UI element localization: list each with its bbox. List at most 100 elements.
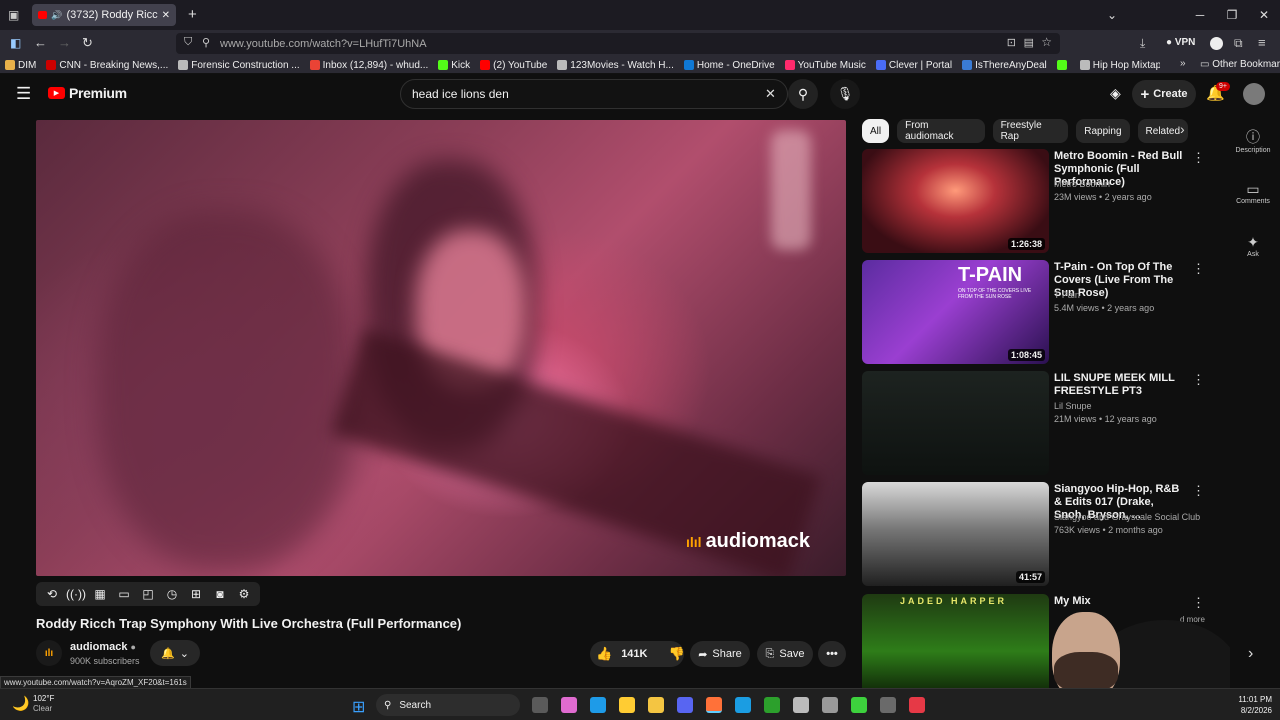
screenshot-camera-icon[interactable]: ◙ <box>210 585 230 603</box>
pip-icon[interactable]: ◰ <box>138 585 158 603</box>
chips-next-icon[interactable]: › <box>1180 121 1185 137</box>
description-rail-button[interactable]: ⓘ Description <box>1228 127 1278 154</box>
clapper-icon[interactable]: ▭ <box>114 585 134 603</box>
steam-icon[interactable] <box>735 697 751 713</box>
record-icon[interactable] <box>909 697 925 713</box>
app-icon[interactable] <box>880 697 896 713</box>
add-icon[interactable]: ⊞ <box>186 585 206 603</box>
tab-list-icon[interactable]: ▣ <box>8 8 19 22</box>
screenshot-icon[interactable]: ⊡ <box>1007 36 1016 49</box>
more-options-icon[interactable]: ⋮ <box>1192 261 1205 277</box>
site-info-icon[interactable]: ⚲ <box>202 36 210 49</box>
bookmark-star-icon[interactable]: ☆ <box>1041 35 1052 49</box>
youtube-logo[interactable]: ▶ Premium <box>48 85 127 101</box>
video-thumbnail[interactable] <box>862 371 1049 475</box>
channel-name[interactable]: audiomack <box>70 641 127 653</box>
voice-search-button[interactable]: 🎙 <box>830 79 860 109</box>
cast-icon[interactable]: ◈ <box>1110 85 1121 102</box>
settings-icon[interactable] <box>793 697 809 713</box>
browser-tab[interactable]: 🔊 (3732) Roddy Ricch Trap Sy ✕ <box>32 4 176 26</box>
other-bookmarks[interactable]: ▭ Other Bookmarks <box>1200 59 1280 70</box>
search-button[interactable]: ⚲ <box>788 79 818 109</box>
video-thumbnail[interactable]: JADED HARPER <box>862 594 1049 698</box>
more-options-icon[interactable]: ⋮ <box>1192 595 1205 611</box>
video-thumbnail[interactable]: T-PAIN ON TOP OF THE COVERS LIVE FROM THE… <box>862 260 1049 364</box>
tab-overflow-chevron-icon[interactable]: ⌄ <box>1096 0 1128 30</box>
downloads-icon[interactable]: ⤓ <box>1140 36 1145 51</box>
avatar[interactable] <box>1243 83 1265 105</box>
like-count[interactable]: 141K <box>621 648 647 660</box>
bookmark-item[interactable]: Clever | Portal <box>871 60 957 71</box>
chip-from-audiomack[interactable]: From audiomack <box>897 119 985 143</box>
reload-icon[interactable]: ↻ <box>82 35 93 51</box>
task-view-icon[interactable] <box>532 697 548 713</box>
restore-icon[interactable]: ❐ <box>1216 0 1248 30</box>
recommendation-channel[interactable]: T Pain <box>1054 290 1080 300</box>
bookmark-item[interactable]: YouTube Music <box>780 60 871 71</box>
more-options-icon[interactable]: ⋮ <box>1192 150 1205 166</box>
loop-icon[interactable]: ⟲ <box>42 585 62 603</box>
create-button[interactable]: + Create <box>1132 80 1196 108</box>
file-explorer-icon[interactable] <box>648 697 664 713</box>
recommendation-title[interactable]: My Mix <box>1054 595 1186 608</box>
playback-stats-icon[interactable]: ▦ <box>90 585 110 603</box>
channel-name-row[interactable]: audiomack ● <box>70 641 136 653</box>
close-tab-icon[interactable]: ✕ <box>162 10 170 21</box>
reader-icon[interactable]: ▤ <box>1024 36 1034 49</box>
clear-search-icon[interactable]: ✕ <box>765 86 776 102</box>
hamburger-menu-icon[interactable]: ☰ <box>16 84 31 104</box>
bookmark-item[interactable]: Inbox (12,894) - whud... <box>305 60 434 71</box>
vpn-button[interactable]: ● VPN <box>1166 37 1195 48</box>
dislike-icon[interactable]: 👎 <box>668 646 684 662</box>
taskbar-search[interactable]: ⚲ Search <box>376 694 520 716</box>
copilot-icon[interactable] <box>561 697 577 713</box>
audio-mode-icon[interactable]: ((·)) <box>66 585 86 603</box>
bookmark-item[interactable]: (2) YouTube <box>475 60 552 71</box>
bookmark-item[interactable]: DIM <box>0 60 41 71</box>
rail-next-icon[interactable]: › <box>1248 645 1253 663</box>
sidebar-toggle-icon[interactable]: ◧ <box>10 36 21 50</box>
ask-rail-button[interactable]: ✦ Ask <box>1228 234 1278 258</box>
new-tab-icon[interactable]: + <box>188 6 197 23</box>
bookmark-item[interactable]: CNN - Breaking News,... <box>41 60 173 71</box>
forward-icon[interactable]: → <box>58 35 71 50</box>
bookmark-item[interactable] <box>1052 60 1075 70</box>
recommendation-title[interactable]: LIL SNUPE MEEK MILL FREESTYLE PT3 <box>1054 372 1186 398</box>
bookmark-item[interactable]: Hip Hop Mixtapes : Fr... <box>1075 60 1160 71</box>
bookmark-item[interactable]: Kick <box>433 60 475 71</box>
weather-widget[interactable]: 102°F Clear <box>33 694 54 714</box>
more-options-icon[interactable]: ⋮ <box>1192 372 1205 388</box>
clock[interactable]: 11:01 PM 8/2/2026 <box>1222 694 1272 716</box>
xbox-icon[interactable] <box>764 697 780 713</box>
back-icon[interactable]: ← <box>34 35 47 50</box>
more-actions-button[interactable]: ••• <box>818 641 846 667</box>
bookmark-item[interactable]: Forensic Construction ... <box>173 60 304 71</box>
menu-icon[interactable]: ≡ <box>1258 35 1266 50</box>
video-player[interactable]: ılıl audiomack <box>36 120 846 576</box>
address-bar[interactable]: ⛉ ⚲ www.youtube.com/watch?v=LHufTi7UhNA … <box>176 33 1060 54</box>
recommendation-channel[interactable]: Metro Boomin <box>1054 179 1110 189</box>
edge-icon[interactable] <box>590 697 606 713</box>
app-icon[interactable] <box>822 697 838 713</box>
recommendation-channel[interactable]: Lil Snupe <box>1054 401 1092 411</box>
media-icon[interactable] <box>851 697 867 713</box>
chip-freestyle-rap[interactable]: Freestyle Rap <box>992 119 1069 143</box>
account-icon[interactable] <box>1210 37 1223 50</box>
like-icon[interactable]: 👍 <box>596 646 612 662</box>
bookmark-item[interactable]: Home - OneDrive <box>679 60 780 71</box>
subscribed-bell-button[interactable]: 🔔 ⌄ <box>150 640 200 666</box>
firefox-icon[interactable] <box>706 697 722 713</box>
share-button[interactable]: ➦ Share <box>690 641 750 667</box>
settings-gear-icon[interactable]: ⚙ <box>234 585 254 603</box>
chip-all[interactable]: All <box>862 119 890 143</box>
chip-rapping[interactable]: Rapping <box>1076 119 1130 143</box>
video-thumbnail[interactable]: 1:26:38 <box>862 149 1049 253</box>
store-icon[interactable] <box>619 697 635 713</box>
comments-rail-button[interactable]: ▭ Comments <box>1228 181 1278 205</box>
url-text[interactable]: www.youtube.com/watch?v=LHufTi7UhNA <box>220 38 427 50</box>
minimize-icon[interactable]: ─ <box>1184 0 1216 30</box>
recommendation-channel[interactable]: Siangyoo and Grayscale Social Club <box>1054 512 1200 522</box>
window-close-icon[interactable]: ✕ <box>1248 0 1280 30</box>
weather-icon[interactable]: 🌙 <box>12 695 29 712</box>
bookmark-item[interactable]: IsThereAnyDeal <box>957 60 1052 71</box>
